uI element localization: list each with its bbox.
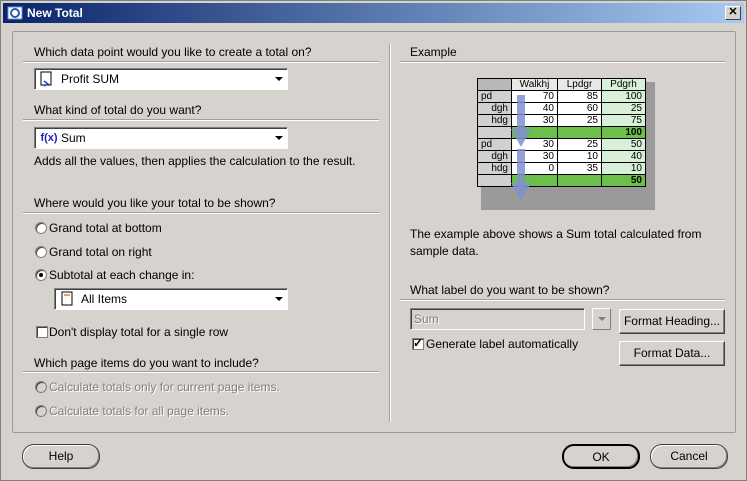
- title-bar: New Total ✕: [3, 3, 744, 23]
- row-label: dgh: [477, 102, 512, 115]
- data-point-value: Profit SUM: [61, 72, 120, 86]
- label-input-value: Sum: [414, 312, 439, 326]
- label-question: What label do you want to be shown?: [410, 283, 610, 297]
- divider: [400, 299, 725, 301]
- chevron-down-icon: [271, 290, 287, 308]
- close-button[interactable]: ✕: [725, 6, 741, 20]
- sum-arrow-icon: [511, 149, 531, 201]
- row-label: dgh: [477, 150, 512, 163]
- subtotal-items-select[interactable]: All Items: [54, 288, 288, 310]
- cell: 10: [557, 150, 602, 163]
- example-description-line1: The example above shows a Sum total calc…: [410, 227, 702, 241]
- table-row: hdg 0 35 10: [477, 162, 646, 175]
- column-divider: [389, 44, 391, 422]
- ok-button[interactable]: OK: [562, 444, 640, 469]
- table-row: hdg 30 25 75: [477, 114, 646, 127]
- format-data-button[interactable]: Format Data...: [619, 341, 725, 366]
- grand-total-bottom-label: Grand total at bottom: [49, 221, 162, 235]
- example-description-line2: sample data.: [410, 244, 479, 258]
- total-kind-value: Sum: [61, 131, 86, 145]
- cell: 40: [601, 150, 646, 163]
- divider: [23, 212, 379, 214]
- help-button[interactable]: Help: [22, 444, 100, 469]
- divider: [400, 61, 725, 63]
- radio-subtotal-each-change[interactable]: [35, 269, 47, 281]
- total-row: 50: [477, 174, 646, 187]
- row-label: hdg: [477, 114, 512, 127]
- generate-label-text: Generate label automatically: [426, 337, 579, 351]
- column-header: Walkhj: [511, 78, 558, 91]
- example-table: Walkhj Lpdgr Pdgrh pd 70 85 100 dgh 40 6…: [477, 78, 646, 187]
- generate-label-checkbox[interactable]: [412, 336, 424, 350]
- row-label: pd: [477, 138, 512, 151]
- divider: [23, 61, 379, 63]
- dont-display-label: Don't display total for a single row: [49, 325, 229, 339]
- row-label: [477, 126, 512, 139]
- page-items-question: Which page items do you want to include?: [34, 356, 259, 370]
- where-question: Where would you like your total to be sh…: [34, 196, 276, 210]
- radio-grand-total-right[interactable]: [35, 246, 47, 258]
- label-input[interactable]: Sum: [410, 308, 585, 330]
- row-label: [477, 174, 512, 187]
- example-heading: Example: [410, 45, 457, 59]
- radio-grand-total-bottom[interactable]: [35, 222, 47, 234]
- chevron-down-icon: [271, 70, 287, 88]
- grand-total-right-label: Grand total on right: [49, 245, 152, 259]
- label-dropdown-button[interactable]: [592, 308, 611, 330]
- subtotal-label: Subtotal at each change in:: [49, 268, 195, 282]
- page-icon: [59, 291, 75, 307]
- cell: 35: [557, 162, 602, 175]
- cancel-button[interactable]: Cancel: [650, 444, 728, 469]
- cell: 10: [601, 162, 646, 175]
- row-label: pd: [477, 90, 512, 103]
- cell: 25: [557, 138, 602, 151]
- data-point-icon: [39, 71, 55, 87]
- chevron-down-icon: [271, 129, 287, 147]
- table-header-row: Walkhj Lpdgr Pdgrh: [477, 78, 646, 91]
- subtotal-items-value: All Items: [81, 292, 128, 306]
- format-heading-button[interactable]: Format Heading...: [619, 309, 725, 334]
- total-cell: [557, 126, 602, 139]
- all-page-items-label: Calculate totals for all page items.: [49, 404, 230, 418]
- total-kind-select[interactable]: f(x) Sum: [34, 127, 288, 149]
- radio-current-page-items[interactable]: [35, 381, 47, 393]
- total-cell: 50: [601, 174, 646, 187]
- cell: 75: [601, 114, 646, 127]
- close-icon: ✕: [728, 6, 738, 18]
- table-row: pd 30 25 50: [477, 138, 646, 151]
- current-page-items-label: Calculate totals only for current page i…: [49, 380, 280, 394]
- column-header: Lpdgr: [557, 78, 602, 91]
- table-row: dgh 40 60 25: [477, 102, 646, 115]
- chevron-down-icon: [593, 310, 610, 328]
- new-total-dialog: New Total ✕ Which data point would you l…: [0, 0, 747, 481]
- cell: 50: [601, 138, 646, 151]
- cell: 100: [601, 90, 646, 103]
- radio-all-page-items[interactable]: [35, 405, 47, 417]
- table-row: dgh 30 10 40: [477, 150, 646, 163]
- kind-description: Adds all the values, then applies the ca…: [34, 154, 356, 168]
- divider: [23, 119, 379, 121]
- sum-arrow-icon: [511, 95, 531, 147]
- dont-display-single-row-checkbox[interactable]: [36, 326, 48, 338]
- cell: 25: [601, 102, 646, 115]
- divider: [23, 371, 379, 373]
- table-row: pd 70 85 100: [477, 90, 646, 103]
- data-point-question: Which data point would you like to creat…: [34, 45, 312, 59]
- cell: 25: [557, 114, 602, 127]
- fx-icon: f(x): [40, 132, 58, 144]
- oracle-app-icon: [7, 6, 23, 20]
- column-header: Pdgrh: [601, 78, 646, 91]
- total-row: 100: [477, 126, 646, 139]
- total-cell: [557, 174, 602, 187]
- data-point-select[interactable]: Profit SUM: [34, 68, 288, 90]
- kind-question: What kind of total do you want?: [34, 103, 202, 117]
- row-label: hdg: [477, 162, 512, 175]
- cell: 85: [557, 90, 602, 103]
- corner-cell: [477, 78, 512, 91]
- cell: 60: [557, 102, 602, 115]
- window-title: New Total: [27, 6, 83, 20]
- total-cell: 100: [601, 126, 646, 139]
